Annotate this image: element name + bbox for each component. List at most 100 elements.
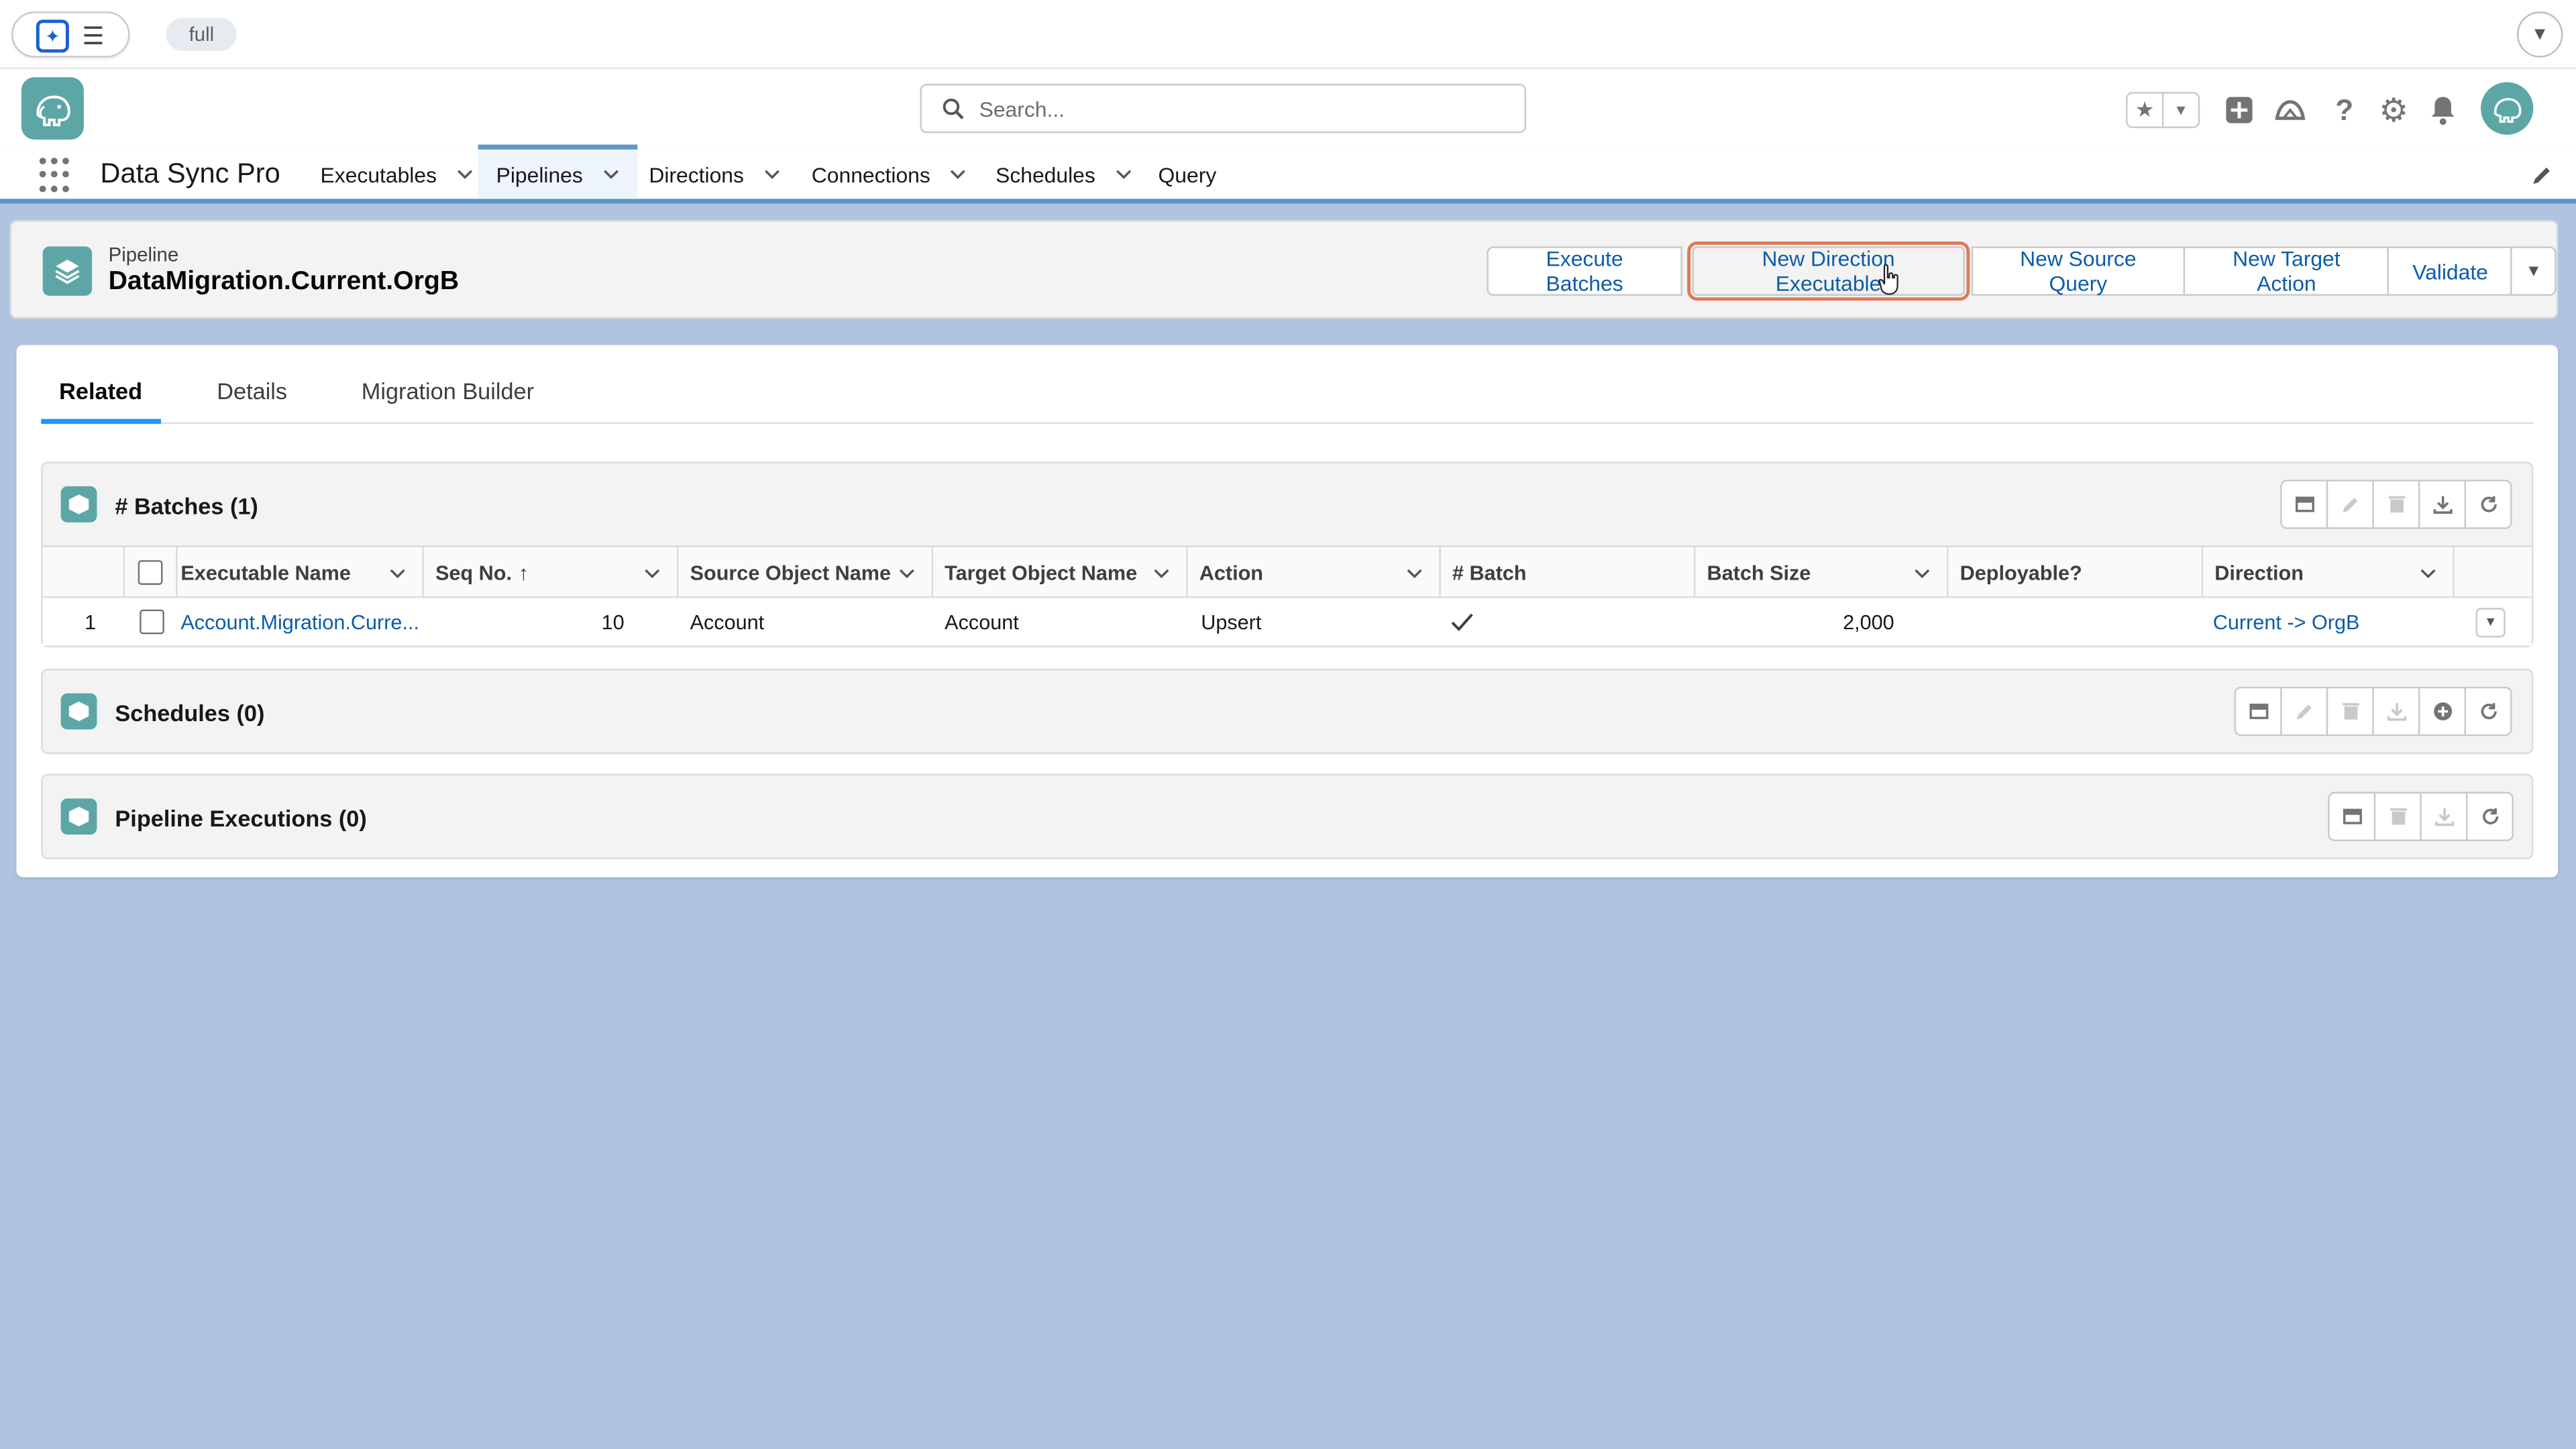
column-header-target-object-name[interactable]: Target Object Name <box>933 547 1188 598</box>
trailhead-icon[interactable] <box>2272 92 2308 128</box>
tab-details[interactable]: Details <box>217 378 287 424</box>
executable-name-link[interactable]: Account.Migration.Curre... <box>180 598 423 645</box>
nav-item-pipelines[interactable]: Pipelines <box>478 144 637 199</box>
column-label: # Batch <box>1452 561 1527 584</box>
utility-dropdown-button[interactable]: ▼ <box>2516 11 2563 58</box>
delete-trash-icon[interactable] <box>2326 686 2374 737</box>
record-main-card: Related Details Migration Builder # Batc… <box>16 345 2559 877</box>
nav-item-label: Pipelines <box>496 162 583 186</box>
global-add-icon[interactable] <box>2221 92 2257 128</box>
list-view-icon[interactable] <box>2234 686 2282 737</box>
column-label: Batch Size <box>1707 561 1811 584</box>
chevron-down-icon[interactable] <box>2420 565 2436 581</box>
refresh-icon[interactable] <box>2465 792 2514 841</box>
execute-batches-button[interactable]: Execute Batches <box>1487 246 1682 296</box>
nav-item-label: Query <box>1158 162 1217 186</box>
schedules-object-icon <box>60 693 97 730</box>
chevron-down-icon[interactable] <box>1153 565 1169 581</box>
edit-pencil-icon[interactable] <box>2326 480 2374 529</box>
pipeline-executions-related-list: Pipeline Executions (0) <box>41 773 2534 859</box>
chevron-down-icon[interactable] <box>1115 166 1131 182</box>
tab-migration-builder[interactable]: Migration Builder <box>362 378 534 424</box>
nav-item-executables[interactable]: Executables <box>321 150 473 199</box>
row-actions-menu-button[interactable]: ▼ <box>2475 606 2506 637</box>
batch-size-cell: 2,000 <box>1843 610 1894 634</box>
column-header-action[interactable]: Action <box>1188 547 1441 598</box>
list-view-icon[interactable] <box>2328 792 2376 841</box>
nav-item-schedules[interactable]: Schedules <box>996 150 1132 199</box>
chevron-down-icon[interactable] <box>1914 565 1930 581</box>
column-label: Executable Name <box>180 561 351 584</box>
agent-launcher-button[interactable]: ✦ ☰ <box>11 11 130 58</box>
validate-button[interactable]: Validate <box>2387 246 2513 296</box>
column-header-executable-name[interactable]: Executable Name <box>177 547 424 598</box>
chevron-down-icon[interactable] <box>602 166 619 182</box>
executions-object-icon <box>60 798 97 835</box>
hamburger-menu-icon: ☰ <box>82 23 105 51</box>
new-source-query-button[interactable]: New Source Query <box>1971 246 2186 296</box>
refresh-icon[interactable] <box>2464 480 2512 529</box>
edit-pencil-icon[interactable] <box>2280 686 2328 737</box>
column-label: Seq No. <box>435 561 512 584</box>
app-launcher-icon[interactable] <box>39 158 76 194</box>
column-header-batch-size[interactable]: Batch Size <box>1695 547 1949 598</box>
record-title: DataMigration.Current.OrgB <box>108 268 460 296</box>
chevron-down-icon[interactable] <box>644 565 660 581</box>
help-icon[interactable]: ? <box>2326 92 2363 128</box>
nav-item-label: Directions <box>649 162 744 186</box>
mouse-pointer-hand-icon <box>1878 264 1898 295</box>
checkmark-icon <box>1451 612 1473 631</box>
app-name: Data Sync Pro <box>100 158 280 189</box>
new-direction-executable-button[interactable]: New Direction Executable <box>1687 241 1970 301</box>
column-header-seq-no[interactable]: Seq No. ↑ <box>424 547 679 598</box>
edit-nav-pencil-icon[interactable] <box>2530 164 2553 187</box>
batch-checkmark-cell <box>1450 598 1695 645</box>
source-object-cell: Account <box>690 610 765 634</box>
batches-list-actions <box>2280 480 2512 529</box>
chevron-down-icon[interactable] <box>1406 565 1422 581</box>
favorites-menu-chevron-icon[interactable]: ▼ <box>2161 93 2198 127</box>
batches-title: # Batches (1) <box>115 492 258 519</box>
schedules-related-list: Schedules (0) <box>41 668 2534 755</box>
more-actions-button[interactable]: ▼ <box>2511 246 2557 296</box>
download-icon[interactable] <box>2372 686 2420 737</box>
select-all-header <box>125 547 178 598</box>
add-circle-icon[interactable] <box>2418 686 2466 737</box>
tab-related[interactable]: Related <box>41 378 160 424</box>
setup-gear-icon[interactable]: ⚙ <box>2375 92 2412 129</box>
column-header-direction[interactable]: Direction <box>2203 547 2455 598</box>
direction-link[interactable]: Current -> OrgB <box>2213 598 2459 645</box>
download-icon[interactable] <box>2418 480 2466 529</box>
column-header-batch[interactable]: # Batch <box>1441 547 1696 598</box>
nav-item-label: Executables <box>320 162 437 186</box>
chevron-down-icon[interactable] <box>763 166 780 182</box>
refresh-icon[interactable] <box>2464 686 2512 737</box>
chevron-down-icon[interactable] <box>950 166 966 182</box>
notification-bell-icon[interactable] <box>2425 92 2461 128</box>
app-logo[interactable] <box>21 77 84 140</box>
chevron-down-icon[interactable] <box>899 565 915 581</box>
nav-item-query[interactable]: Query <box>1159 150 1217 199</box>
nav-item-directions[interactable]: Directions <box>649 150 780 199</box>
table-row: 1 Account.Migration.Curre... 10 Account … <box>42 598 2532 646</box>
delete-trash-icon[interactable] <box>2372 480 2420 529</box>
global-search[interactable] <box>920 83 1527 133</box>
nav-item-connections[interactable]: Connections <box>812 150 967 199</box>
row-select-checkbox[interactable] <box>138 609 164 635</box>
favorites-star-icon[interactable]: ★ <box>2127 94 2161 127</box>
user-avatar[interactable] <box>2480 82 2534 135</box>
sparkle-icon: ✦ <box>36 19 69 53</box>
search-input[interactable] <box>979 93 1505 123</box>
column-label: Source Object Name <box>690 561 892 584</box>
select-all-checkbox[interactable] <box>138 560 163 585</box>
download-icon[interactable] <box>2420 792 2468 841</box>
chevron-down-icon[interactable] <box>389 565 405 581</box>
list-view-icon[interactable] <box>2280 480 2328 529</box>
batches-object-icon <box>60 486 97 523</box>
chevron-down-icon[interactable] <box>456 166 472 182</box>
delete-trash-icon[interactable] <box>2373 792 2422 841</box>
column-header-source-object-name[interactable]: Source Object Name <box>678 547 934 598</box>
schedules-list-actions <box>2234 686 2512 737</box>
new-target-action-button[interactable]: New Target Action <box>2183 246 2390 296</box>
column-header-deployable[interactable]: Deployable? <box>1949 547 2204 598</box>
